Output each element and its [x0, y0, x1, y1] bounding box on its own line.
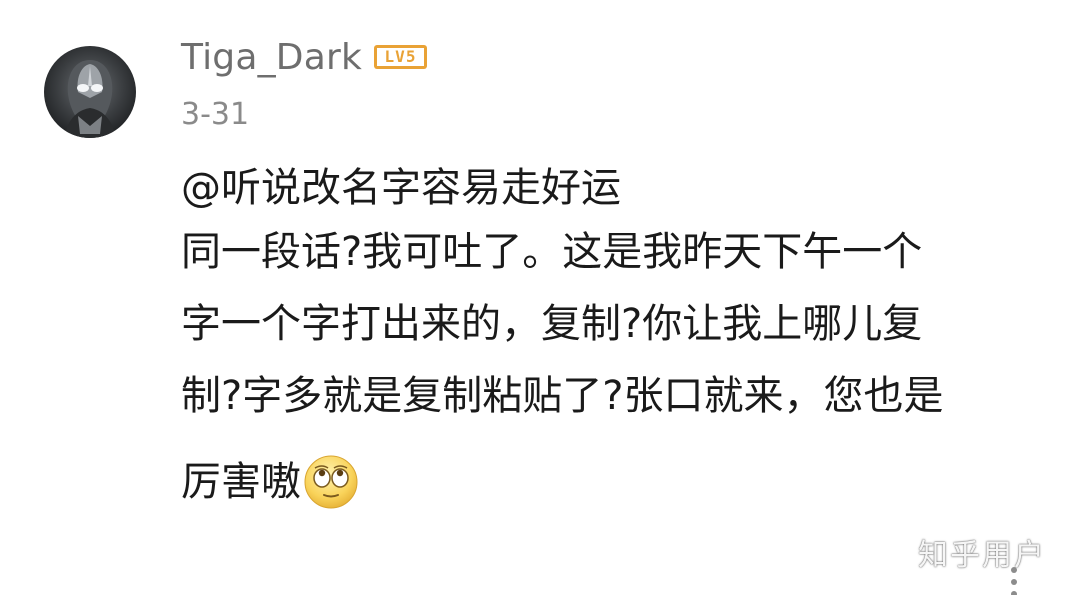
rolling-eyes-emoji-icon	[304, 455, 358, 509]
comment-line: 字一个字打出来的，复制?你让我上哪儿复	[181, 301, 923, 347]
comment-line: 厉害嗷	[181, 459, 301, 505]
comment-date: 3-31	[181, 97, 250, 132]
mention-link[interactable]: @听说改名字容易走好运	[181, 160, 1051, 216]
comment-line: 同一段话?我可吐了。这是我昨天下午一个	[181, 229, 923, 275]
comment-last-line: 厉害嗷	[181, 446, 1051, 518]
avatar[interactable]	[44, 46, 136, 138]
comment-card: Tiga_Dark LV5 3-31 @听说改名字容易走好运 同一段话?我可吐了…	[0, 0, 1080, 595]
comment-line: 制?字多就是复制粘贴了?张口就来，您也是	[181, 373, 944, 419]
tiga-dark-avatar-icon	[44, 46, 136, 138]
watermark: 知乎用户	[918, 538, 1046, 573]
more-vertical-icon[interactable]	[1006, 566, 1022, 595]
comment-body: @听说改名字容易走好运 同一段话?我可吐了。这是我昨天下午一个 字一个字打出来的…	[181, 160, 1051, 518]
author-name[interactable]: Tiga_Dark	[181, 36, 362, 80]
level-badge: LV5	[374, 45, 427, 69]
level-badge-label: LV5	[377, 48, 424, 66]
